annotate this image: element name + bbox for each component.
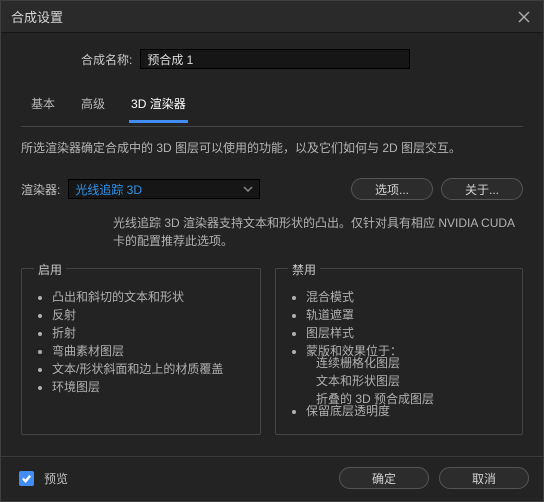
disable-list: 混合模式 轨道遮罩 图层样式 蒙版和效果位于：: [288, 288, 510, 360]
composition-name-row: 合成名称:: [21, 49, 523, 69]
cancel-button[interactable]: 取消: [439, 467, 529, 489]
ok-button[interactable]: 确定: [339, 467, 429, 489]
list-item: 轨道遮罩: [306, 306, 510, 324]
titlebar: 合成设置: [1, 1, 543, 33]
list-item: 混合模式: [306, 288, 510, 306]
renderer-description: 所选渲染器确定合成中的 3D 图层可以使用的功能，以及它们如何与 2D 图层交互…: [21, 139, 523, 158]
dialog-title: 合成设置: [11, 7, 515, 26]
tabs: 基本 高级 3D 渲染器: [21, 91, 523, 122]
feature-panes: 启用 凸出和斜切的文本和形状 反射 折射 弯曲素材图层 文本/形状斜面和边上的材…: [21, 268, 523, 435]
renderer-selected-value: 光线追踪 3D: [75, 181, 142, 198]
list-item: 弯曲素材图层: [52, 342, 248, 360]
composition-name-label: 合成名称:: [81, 51, 132, 68]
list-item: 反射: [52, 306, 248, 324]
tab-advanced[interactable]: 高级: [79, 91, 107, 122]
renderer-label: 渲染器:: [21, 181, 60, 198]
enable-list: 凸出和斜切的文本和形状 反射 折射 弯曲素材图层 文本/形状斜面和边上的材质覆盖…: [34, 288, 248, 396]
check-icon: [21, 473, 32, 484]
composition-settings-dialog: 合成设置 合成名称: 基本 高级 3D 渲染器 所选渲染器确定合成中的 3D 图…: [0, 0, 544, 502]
tab-basic[interactable]: 基本: [29, 91, 57, 122]
chevron-down-icon: [243, 184, 253, 194]
preview-label[interactable]: 预览: [44, 470, 329, 487]
renderer-row: 渲染器: 光线追踪 3D 选项... 关于...: [21, 178, 523, 200]
renderer-subdescription: 光线追踪 3D 渲染器支持文本和形状的凸出。仅针对具有相应 NVIDIA CUD…: [21, 214, 523, 250]
enable-legend: 启用: [34, 261, 66, 278]
disable-legend: 禁用: [288, 261, 320, 278]
composition-name-input[interactable]: [140, 49, 410, 69]
list-item: 折射: [52, 324, 248, 342]
options-button[interactable]: 选项...: [351, 178, 433, 200]
list-item: 环境图层: [52, 378, 248, 396]
dialog-footer: 预览 确定 取消: [1, 456, 543, 501]
dialog-body: 合成名称: 基本 高级 3D 渲染器 所选渲染器确定合成中的 3D 图层可以使用…: [1, 33, 543, 501]
list-item: 图层样式: [306, 324, 510, 342]
tab-3d-renderer[interactable]: 3D 渲染器: [129, 91, 188, 123]
preview-checkbox[interactable]: [19, 471, 34, 486]
list-item: 连续栅格化图层: [316, 354, 510, 372]
about-button[interactable]: 关于...: [441, 178, 523, 200]
list-item: 文本/形状斜面和边上的材质覆盖: [52, 360, 248, 378]
renderer-select[interactable]: 光线追踪 3D: [68, 179, 260, 199]
list-item: 凸出和斜切的文本和形状: [52, 288, 248, 306]
close-icon[interactable]: [515, 8, 533, 26]
enable-pane: 启用 凸出和斜切的文本和形状 反射 折射 弯曲素材图层 文本/形状斜面和边上的材…: [21, 268, 261, 435]
list-item: 文本和形状图层: [316, 372, 510, 390]
disable-pane: 禁用 混合模式 轨道遮罩 图层样式 蒙版和效果位于： 连续栅格化图层 文本和形状…: [275, 268, 523, 435]
tab-underline: [21, 126, 523, 127]
disable-sublist: 连续栅格化图层 文本和形状图层 折叠的 3D 预合成图层: [288, 354, 510, 408]
